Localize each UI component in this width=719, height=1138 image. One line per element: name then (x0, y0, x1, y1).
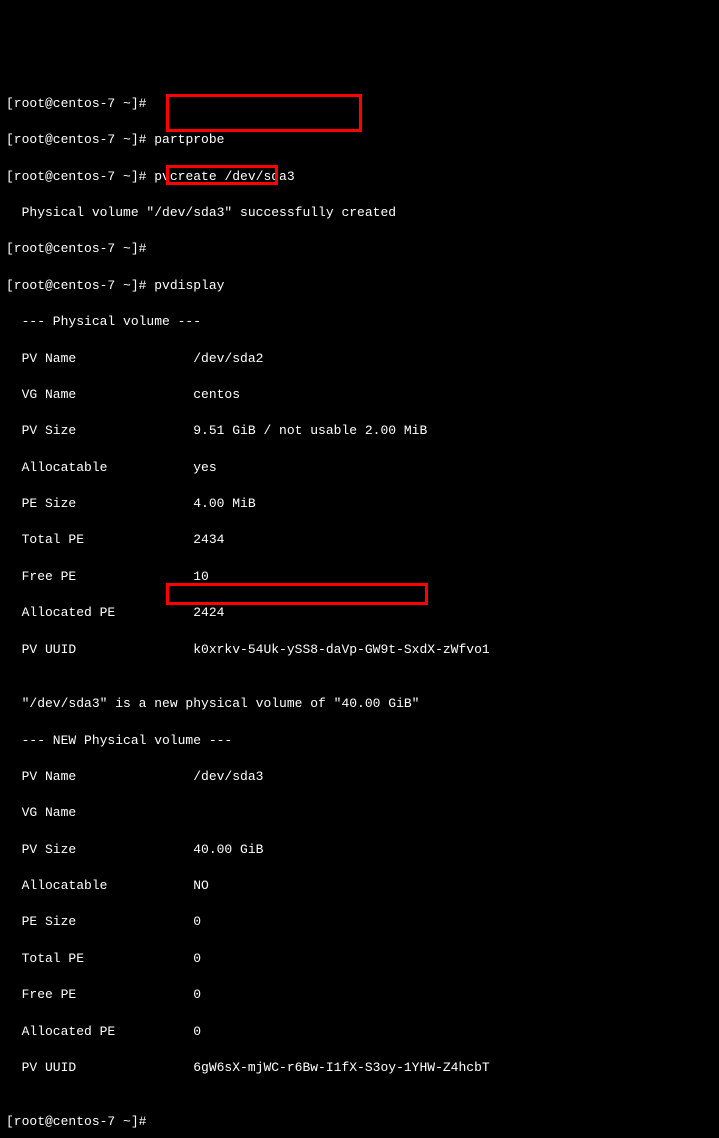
prompt-line: [root@centos-7 ~]# (6, 240, 713, 258)
command-pvcreate: pvcreate /dev/sda3 (154, 169, 294, 184)
command-line[interactable]: [root@centos-7 ~]# pvcreate /dev/sda3 (6, 168, 713, 186)
vg-name-row: VG Name centos (6, 386, 713, 404)
pe-size-row: PE Size 0 (6, 913, 713, 931)
free-pe-row: Free PE 10 (6, 568, 713, 586)
output-line: "/dev/sda3" is a new physical volume of … (6, 695, 713, 713)
prompt: [root@centos-7 ~]# (6, 278, 154, 293)
prompt: [root@centos-7 ~]# (6, 132, 154, 147)
allocatable-row: Allocatable yes (6, 459, 713, 477)
pv-uuid-row: PV UUID k0xrkv-54Uk-ySS8-daVp-GW9t-SxdX-… (6, 641, 713, 659)
pv-uuid-row: PV UUID 6gW6sX-mjWC-r6Bw-I1fX-S3oy-1YHW-… (6, 1059, 713, 1077)
command-partprobe: partprobe (154, 132, 224, 147)
total-pe-row: Total PE 2434 (6, 531, 713, 549)
prompt-line: [root@centos-7 ~]# (6, 1113, 713, 1131)
output-line: --- Physical volume --- (6, 313, 713, 331)
pv-size-row: PV Size 9.51 GiB / not usable 2.00 MiB (6, 422, 713, 440)
pv-size-row: PV Size 40.00 GiB (6, 841, 713, 859)
terminal-output: [root@centos-7 ~]# [root@centos-7 ~]# pa… (6, 77, 713, 1138)
output-line: --- NEW Physical volume --- (6, 732, 713, 750)
allocated-pe-row: Allocated PE 2424 (6, 604, 713, 622)
pv-name-row: PV Name /dev/sda3 (6, 768, 713, 786)
total-pe-row: Total PE 0 (6, 950, 713, 968)
pe-size-row: PE Size 4.00 MiB (6, 495, 713, 513)
output-line: Physical volume "/dev/sda3" successfully… (6, 204, 713, 222)
command-pvdisplay: pvdisplay (154, 278, 224, 293)
vg-name-row: VG Name (6, 804, 713, 822)
command-line[interactable]: [root@centos-7 ~]# partprobe (6, 131, 713, 149)
highlight-box-vgextend (166, 583, 428, 605)
prompt: [root@centos-7 ~]# (6, 169, 154, 184)
free-pe-row: Free PE 0 (6, 986, 713, 1004)
allocatable-row: Allocatable NO (6, 877, 713, 895)
command-line[interactable]: [root@centos-7 ~]# pvdisplay (6, 277, 713, 295)
prompt-line: [root@centos-7 ~]# (6, 95, 713, 113)
pv-name-row: PV Name /dev/sda2 (6, 350, 713, 368)
allocated-pe-row: Allocated PE 0 (6, 1023, 713, 1041)
